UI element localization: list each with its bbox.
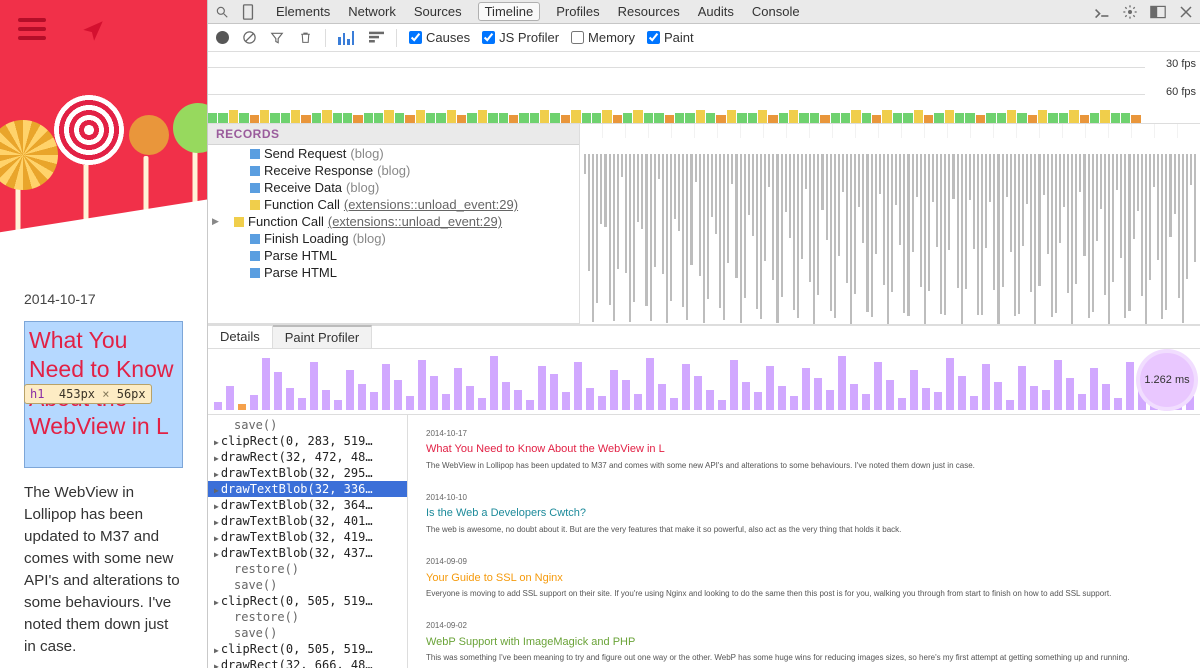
record-row[interactable]: Parse HTML [208, 247, 579, 264]
record-row[interactable]: Finish Loading (blog) [208, 230, 579, 247]
causes-checkbox[interactable]: Causes [409, 30, 470, 45]
paint-cmd-row[interactable]: ▶clipRect(0, 283, 519… [208, 433, 407, 449]
paint-cmd-row[interactable]: ▶clipRect(0, 505, 519… [208, 641, 407, 657]
memory-checkbox[interactable]: Memory [571, 30, 635, 45]
paint-cmd-row[interactable]: ▶drawTextBlob(32, 401… [208, 513, 407, 529]
tab-sources[interactable]: Sources [412, 2, 464, 21]
close-icon[interactable] [1178, 4, 1194, 20]
tab-console[interactable]: Console [750, 2, 802, 21]
tab-resources[interactable]: Resources [616, 2, 682, 21]
inspect-icon[interactable] [214, 4, 230, 20]
paint-cmd-row[interactable]: ▶drawTextBlob(32, 364… [208, 497, 407, 513]
highlighted-element[interactable]: What You Need to Know About the WebView … [24, 321, 183, 468]
clear-icon[interactable] [241, 30, 257, 46]
paint-cmd-row[interactable]: ▶drawTextBlob(32, 295… [208, 465, 407, 481]
paint-cmd-row[interactable]: ▶drawRect(32, 666, 48… [208, 657, 407, 668]
paint-checkbox[interactable]: Paint [647, 30, 694, 45]
subtab-paint-profiler[interactable]: Paint Profiler [273, 325, 372, 348]
paint-cmd-row[interactable]: save() [208, 625, 407, 641]
devtools-tabs: Elements Network Sources Timeline Profiles Re… [274, 2, 802, 21]
records-header: RECORDS [208, 124, 579, 145]
records-list[interactable]: Send Request (blog) Receive Response (bl… [208, 145, 579, 324]
post-body: The WebView in Lollipop has been updated… [24, 482, 183, 658]
paint-cmd-row[interactable]: restore() [208, 561, 407, 577]
post-list: 2014-10-17 What You Need to Know About t… [0, 255, 207, 668]
view-bars-icon[interactable] [338, 30, 356, 45]
jsprofiler-checkbox[interactable]: JS Profiler [482, 30, 559, 45]
tab-profiles[interactable]: Profiles [554, 2, 601, 21]
drawer-icon[interactable] [1094, 4, 1110, 20]
overview-strip[interactable]: 30 fps60 fps [208, 52, 1200, 124]
gear-icon[interactable] [1122, 4, 1138, 20]
paint-cmd-row[interactable]: ▶drawTextBlob(32, 419… [208, 529, 407, 545]
trash-icon[interactable] [297, 30, 313, 46]
tab-network[interactable]: Network [346, 2, 398, 21]
tab-timeline[interactable]: Timeline [478, 2, 541, 21]
element-tooltip: h1 453px × 56px [24, 384, 152, 404]
flame-chart[interactable] [580, 124, 1200, 324]
hero [0, 0, 207, 255]
device-icon[interactable] [240, 4, 256, 20]
time-badge: 1.262 ms [1140, 353, 1194, 407]
paint-cmd-row[interactable]: restore() [208, 609, 407, 625]
record-row[interactable]: Parse HTML [208, 264, 579, 281]
record-row[interactable]: Function Call (extensions::unload_event:… [208, 196, 579, 213]
dock-icon[interactable] [1150, 4, 1166, 20]
paint-profiler-chart[interactable]: 1.262 ms [208, 349, 1200, 415]
record-button[interactable] [216, 31, 229, 44]
fps-labels: 30 fps60 fps [1166, 58, 1196, 114]
paint-cmd-row[interactable]: save() [208, 417, 407, 433]
post-date: 2014-10-17 [24, 291, 183, 307]
paint-cmd-row[interactable]: save() [208, 577, 407, 593]
timeline-toolbar: Causes JS Profiler Memory Paint [208, 24, 1200, 52]
tab-elements[interactable]: Elements [274, 2, 332, 21]
paint-cmd-row[interactable]: ▶drawTextBlob(32, 437… [208, 545, 407, 561]
record-row[interactable]: Receive Response (blog) [208, 162, 579, 179]
devtools-panel: Elements Network Sources Timeline Profiles Re… [207, 0, 1200, 668]
location-icon[interactable] [80, 18, 106, 44]
record-row[interactable]: Send Request (blog) [208, 145, 579, 162]
paint-preview: 2014-10-17What You Need to Know About th… [408, 415, 1200, 668]
paint-cmd-row[interactable]: ▶clipRect(0, 505, 519… [208, 593, 407, 609]
flame-pane[interactable] [580, 124, 1200, 324]
page-left: 2014-10-17 What You Need to Know About t… [0, 0, 207, 668]
paint-cmd-row[interactable]: ▶drawRect(32, 472, 48… [208, 449, 407, 465]
menu-icon[interactable] [18, 18, 46, 40]
subtab-details[interactable]: Details [208, 326, 273, 348]
detail-tabs: DetailsPaint Profiler [208, 325, 1200, 349]
devtools-topbar: Elements Network Sources Timeline Profiles Re… [208, 0, 1200, 24]
record-row[interactable]: ▶ Function Call (extensions::unload_even… [208, 213, 579, 230]
tab-audits[interactable]: Audits [696, 2, 736, 21]
filter-icon[interactable] [269, 30, 285, 46]
record-row[interactable]: Receive Data (blog) [208, 179, 579, 196]
records-pane: RECORDS Send Request (blog) Receive Resp… [208, 124, 580, 324]
paint-cmd-row[interactable]: ▶drawTextBlob(32, 336… [208, 481, 407, 497]
paint-command-tree[interactable]: save()▶clipRect(0, 283, 519…▶drawRect(32… [208, 415, 408, 668]
view-flame-icon[interactable] [368, 30, 384, 46]
